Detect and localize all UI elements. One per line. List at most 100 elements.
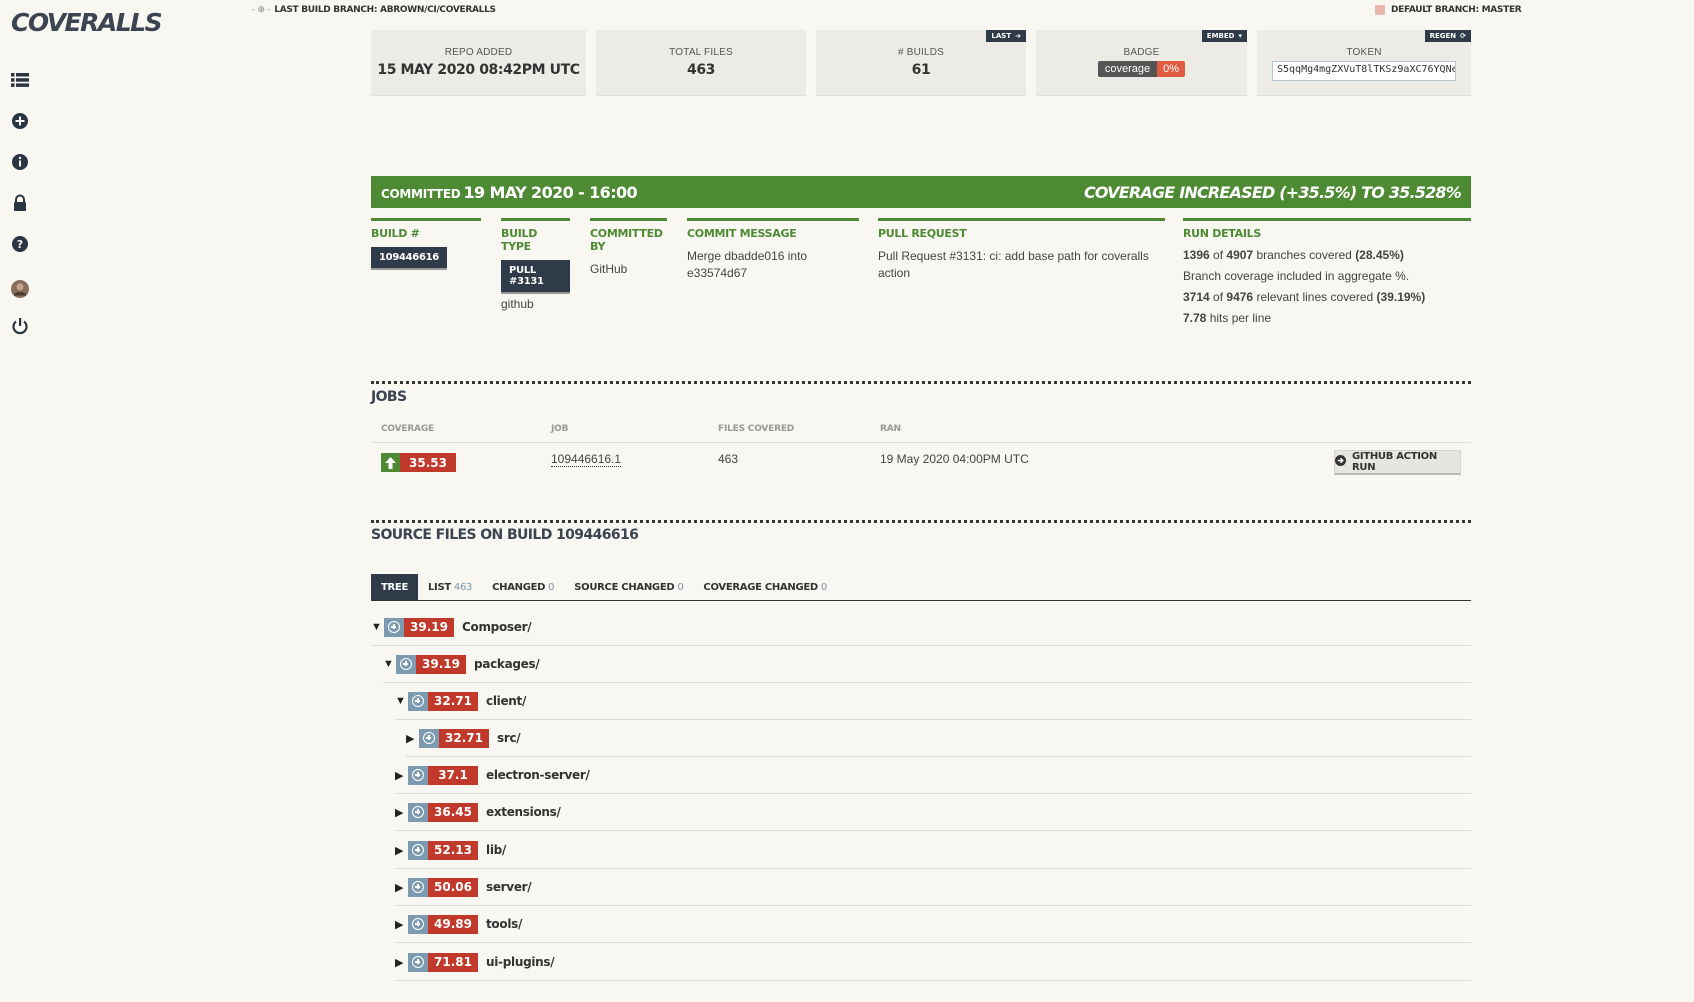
coverage-pill[interactable]: 32.71 [408,691,478,711]
default-branch: DEFAULT BRANCH: MASTER [1375,5,1522,15]
directory-link[interactable]: packages/ [474,657,540,671]
refresh-icon: ⟳ [1460,32,1466,40]
detail-commit-message: COMMIT MESSAGE Merge dbadde016 into e335… [687,218,859,282]
coverage-pill[interactable]: 71.81 [408,952,478,972]
build-number-tag[interactable]: 109446616 [371,247,447,268]
directory-link[interactable]: Composer/ [462,620,532,634]
branch-color-swatch [1375,5,1385,15]
caret-down-icon: ▾ [1238,32,1242,40]
pull-request-tag[interactable]: PULL #3131 [501,260,570,292]
coveralls-logo[interactable]: COVERALLS [11,8,163,37]
directory-link[interactable]: tools/ [486,917,522,931]
directory-link[interactable]: client/ [486,694,526,708]
tree-row: ▼ 39.19 packages/ [383,646,1471,683]
coverage-pill[interactable]: 37.1 [408,765,478,785]
regen-token-button[interactable]: REGEN ⟳ [1424,30,1471,42]
expand-plus-icon [408,877,428,897]
repos-list-icon[interactable] [11,71,29,89]
coverage-pill[interactable]: 52.13 [408,840,478,860]
expand-plus-icon [408,952,428,972]
stat-badge: EMBED ▾ BADGE coverage 0% [1036,30,1247,96]
commit-banner: COMMITTED 19 MAY 2020 - 16:00 COVERAGE IN… [371,176,1471,208]
tree-row: ▶ 32.71 src/ [406,720,1471,757]
job-link[interactable]: 109446616.1 [551,452,622,467]
last-build-button[interactable]: LAST ➜ [986,30,1026,42]
expand-toggle-icon[interactable]: ▶ [395,806,407,819]
expand-plus-icon [396,654,416,674]
add-repo-icon[interactable] [11,112,29,130]
jobs-header-rule [371,442,1471,443]
coverage-change: COVERAGE INCREASED (+35.5%) TO 35.528% [1083,182,1462,202]
arrow-up-icon [381,453,400,472]
coverage-pill[interactable]: 39.19 [396,654,466,674]
directory-link[interactable]: lib/ [486,843,506,857]
stat-builds: LAST ➜ # BUILDS 61 [816,30,1026,96]
directory-link[interactable]: extensions/ [486,805,561,819]
coverage-pill[interactable]: 49.89 [408,914,478,934]
tree-row: ▶ 71.81 ui-plugins/ [395,944,1471,981]
expand-plus-icon [408,691,428,711]
lines-covered: 3714 of 9476 relevant lines covered (39.… [1183,290,1426,304]
coverage-pill[interactable]: 32.71 [419,728,489,748]
user-avatar[interactable] [11,280,29,298]
jobs-col-job: JOB [551,424,569,434]
directory-link[interactable]: server/ [486,880,532,894]
tree-row: ▼ 32.71 client/ [395,683,1471,720]
expand-toggle-icon[interactable]: ▶ [395,844,407,857]
detail-run-details: RUN DETAILS 1396 of 4907 branches covere… [1183,218,1471,325]
jobs-col-coverage: COVERAGE [381,424,434,434]
coverage-pill[interactable]: 50.06 [408,877,478,897]
info-icon[interactable] [11,153,29,171]
job-ran-cell: 19 May 2020 04:00PM UTC [880,452,1029,466]
detail-build-type: BUILD TYPE PULL #3131 github [501,218,570,313]
last-build-branch[interactable]: - ⊕ - LAST BUILD BRANCH: ABROWN/CI/COVER… [252,5,496,15]
collapse-toggle-icon[interactable]: ▼ [371,621,383,633]
detail-committed-by: COMMITTED BY GitHub [590,218,667,278]
expand-plus-icon [408,765,428,785]
source-files-title: SOURCE FILES ON BUILD 109446616 [371,527,639,543]
tab-list[interactable]: LIST 463 [418,574,482,600]
coverage-pill[interactable]: 39.19 [384,617,454,637]
expand-plus-icon [408,914,428,934]
job-coverage-pill: 35.53 [381,453,456,472]
hits-per-line: 7.78 hits per line [1183,311,1272,325]
jobs-col-files: FILES COVERED [718,424,795,434]
expand-toggle-icon[interactable]: ▶ [395,769,407,782]
tab-coverage-changed[interactable]: COVERAGE CHANGED 0 [693,574,837,600]
jobs-title: JOBS [371,389,407,405]
repo-token-field[interactable]: S5qqMg4mgZXVuT8lTKSz9aXC76YQNe [1272,61,1456,81]
expand-toggle-icon[interactable]: ▶ [395,918,407,931]
help-icon[interactable]: ? [11,235,29,253]
collapse-toggle-icon[interactable]: ▼ [395,695,407,707]
expand-toggle-icon[interactable]: ▶ [395,881,407,894]
expand-toggle-icon[interactable]: ▶ [406,732,418,745]
logout-power-icon[interactable] [11,317,29,335]
coverage-pill[interactable]: 36.45 [408,802,478,822]
tree-row: ▶ 36.45 extensions/ [395,794,1471,831]
expand-plus-icon [419,728,439,748]
collapse-toggle-icon[interactable]: ▼ [383,658,395,670]
expand-plus-icon [408,802,428,822]
stat-repo-added: REPO ADDED 15 MAY 2020 08:42PM UTC [371,30,586,96]
commit-date: 19 MAY 2020 - 16:00 [463,182,638,202]
source-tabs: TREE LIST 463 CHANGED 0 SOURCE CHANGED 0 CO… [371,574,1471,601]
source-divider [371,520,1471,523]
job-files-cell: 463 [718,452,739,466]
directory-link[interactable]: src/ [497,731,521,745]
directory-link[interactable]: ui-plugins/ [486,955,555,969]
tree-row: ▶ 52.13 lib/ [395,832,1471,869]
branch-note: Branch coverage included in aggregate %. [1183,269,1410,283]
arrow-circle-right-icon [1335,455,1346,469]
tab-tree[interactable]: TREE [371,574,418,600]
branch-dash-icon: - ⊕ - [252,5,271,15]
embed-dropdown-button[interactable]: EMBED ▾ [1201,30,1247,42]
lock-icon[interactable] [11,194,29,212]
expand-toggle-icon[interactable]: ▶ [395,956,407,969]
tab-source-changed[interactable]: SOURCE CHANGED 0 [564,574,693,600]
coverage-badge[interactable]: coverage 0% [1097,61,1186,77]
tab-changed[interactable]: CHANGED 0 [482,574,564,600]
directory-link[interactable]: electron-server/ [486,768,590,782]
stat-token: REGEN ⟳ TOKEN S5qqMg4mgZXVuT8lTKSz9aXC76Y… [1257,30,1471,96]
github-action-run-button[interactable]: GITHUB ACTION RUN [1334,450,1461,475]
pull-request-link[interactable]: Pull Request #3131: ci: add base path fo… [878,248,1165,282]
